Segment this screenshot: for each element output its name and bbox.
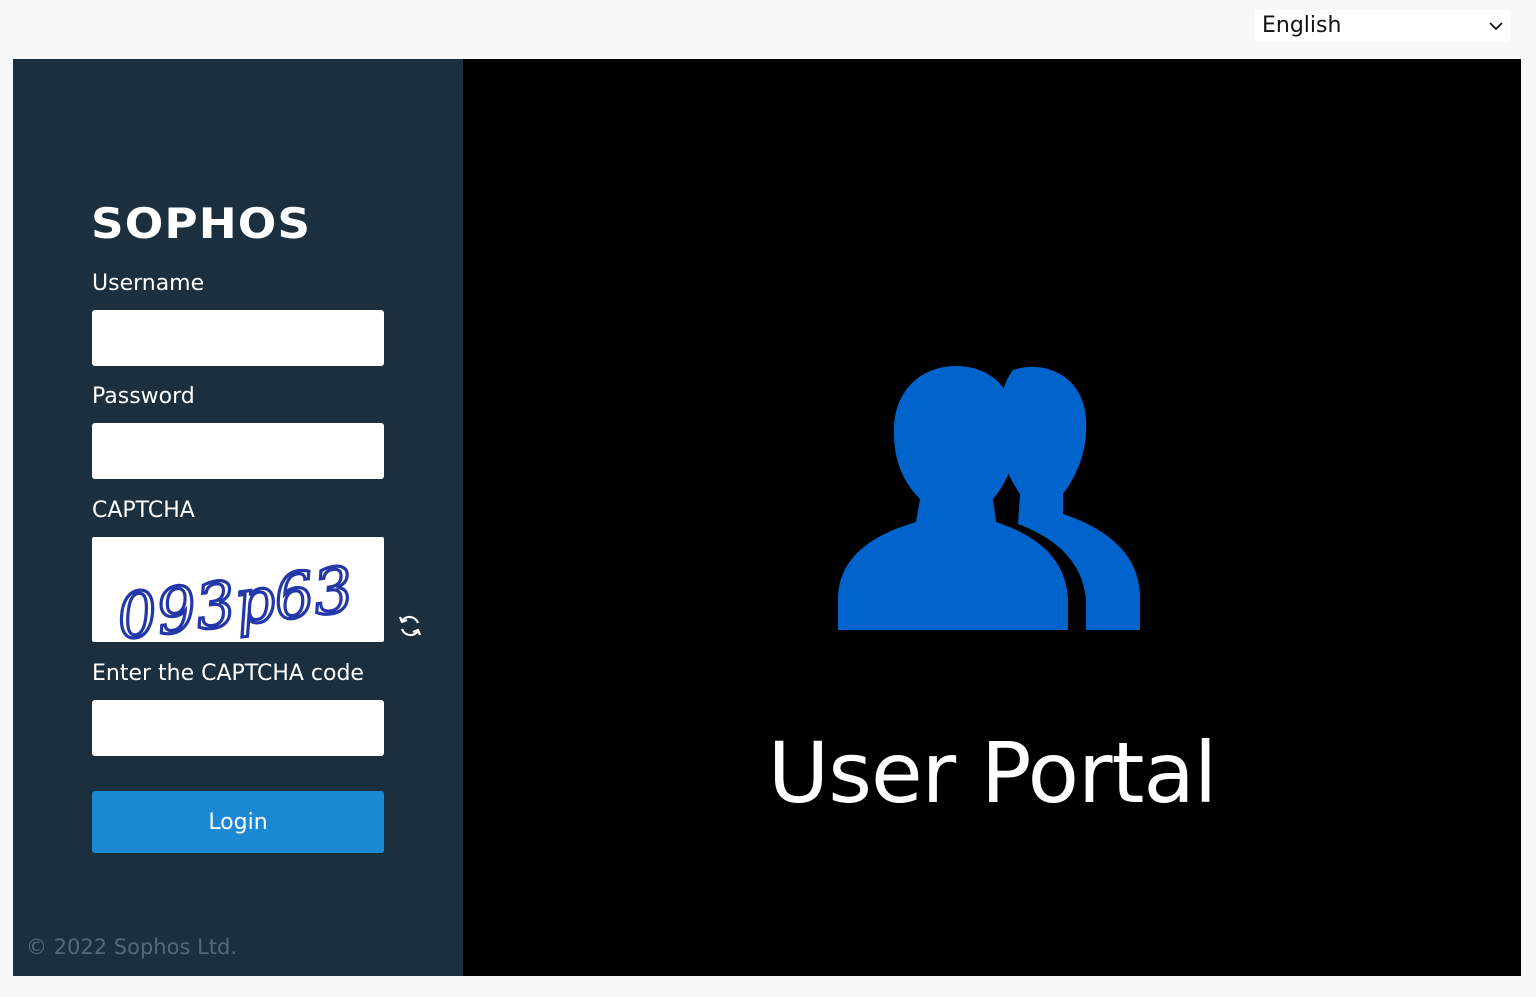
language-select[interactable]: English [1255, 10, 1510, 42]
language-selected-value: English [1262, 13, 1342, 38]
captcha-image-text: 093p63 [113, 552, 357, 642]
refresh-icon[interactable] [397, 613, 423, 639]
users-icon [838, 366, 1140, 630]
captcha-code-label: Enter the CAPTCHA code [92, 661, 364, 686]
password-input[interactable] [92, 423, 384, 479]
copyright-text: © 2022 Sophos Ltd. [26, 935, 238, 959]
login-frame: SOPHOS Username Password CAPTCHA 093p63 … [13, 59, 1521, 976]
captcha-label: CAPTCHA [92, 498, 195, 523]
captcha-image: 093p63 [92, 537, 384, 656]
hero-panel: User Portal [463, 59, 1521, 976]
username-label: Username [92, 271, 205, 296]
portal-title: User Portal [767, 724, 1218, 822]
top-bar: English [0, 0, 1536, 59]
captcha-image-graphic: 093p63 [112, 551, 359, 656]
login-panel: SOPHOS Username Password CAPTCHA 093p63 … [13, 59, 463, 976]
login-button[interactable]: Login [92, 791, 384, 853]
username-input[interactable] [92, 310, 384, 366]
captcha-code-input[interactable] [92, 700, 384, 756]
sophos-logo: SOPHOS [91, 199, 312, 248]
password-label: Password [92, 384, 195, 409]
chevron-down-icon [1489, 22, 1503, 31]
